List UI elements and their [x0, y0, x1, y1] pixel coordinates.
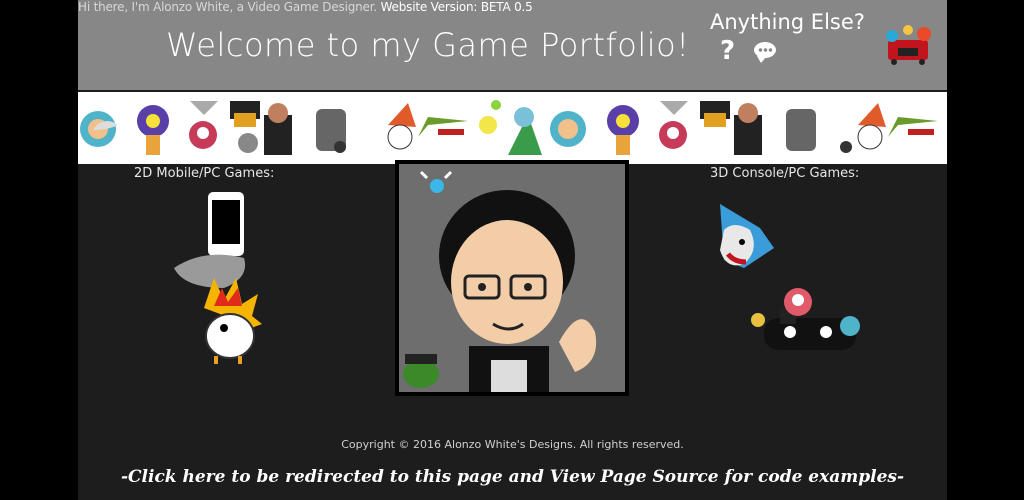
chat-bubble-icon[interactable]	[754, 42, 776, 63]
website-version: Website Version: BETA 0.5	[380, 0, 533, 14]
cartoon-group-icon[interactable]	[880, 22, 936, 66]
intro-greeting: Hi there, I'm Alonzo White, a Video Game…	[78, 0, 377, 14]
header: Hi there, I'm Alonzo White, a Video Game…	[78, 0, 947, 90]
mobile-games-link-icon[interactable]	[166, 188, 286, 368]
avatar	[403, 170, 597, 392]
copyright-text: Copyright © 2016 Alonzo White's Designs.…	[341, 438, 684, 451]
page-title: Welcome to my Game Portfolio!	[166, 26, 690, 64]
console-games-link-icon[interactable]	[710, 190, 880, 360]
profile-portrait	[395, 160, 629, 396]
page-container: Hi there, I'm Alonzo White, a Video Game…	[78, 0, 947, 500]
redirect-link[interactable]: -Click here to be redirected to this pag…	[78, 467, 947, 487]
anything-else-link[interactable]: Anything Else?	[710, 10, 865, 34]
label-2d-games: 2D Mobile/PC Games:	[134, 166, 275, 181]
portrait-background	[399, 164, 625, 392]
question-mark-icon[interactable]: ?	[720, 36, 735, 66]
character-banner-art	[80, 100, 938, 155]
character-banner	[78, 92, 947, 164]
intro-text: Hi there, I'm Alonzo White, a Video Game…	[78, 0, 533, 14]
label-3d-games: 3D Console/PC Games:	[710, 166, 860, 181]
